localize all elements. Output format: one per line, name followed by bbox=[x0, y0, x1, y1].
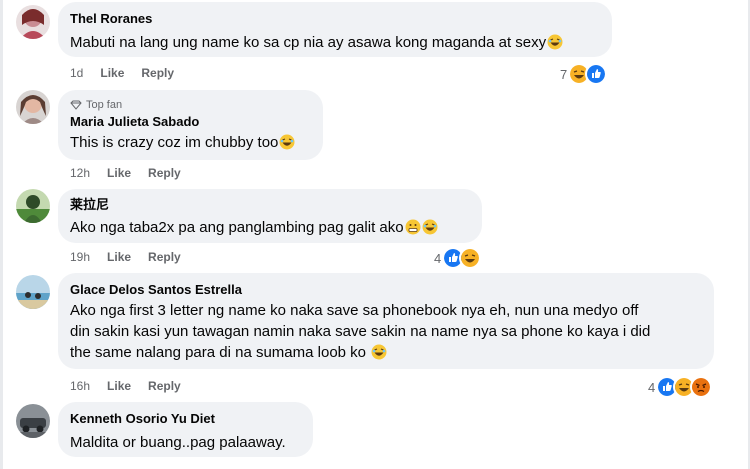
reply-button[interactable]: Reply bbox=[141, 66, 174, 80]
like-button[interactable]: Like bbox=[107, 379, 131, 393]
comment-bubble: Thel Roranes Mabuti na lang ung name ko … bbox=[58, 2, 612, 57]
comment-bubble: Glace Delos Santos Estrella Ako nga firs… bbox=[58, 273, 714, 369]
laughing-emoji-icon bbox=[279, 134, 295, 150]
comment-actions: 1d Like Reply bbox=[70, 66, 174, 80]
reactions-summary[interactable]: 4 bbox=[648, 376, 713, 398]
comment-timestamp[interactable]: 1d bbox=[70, 66, 83, 80]
comment-text: Mabuti na lang ung name ko sa cp nia ay … bbox=[70, 32, 600, 53]
comment-author[interactable]: Thel Roranes bbox=[70, 10, 600, 27]
laughing-emoji-icon bbox=[422, 219, 438, 235]
comment-timestamp[interactable]: 12h bbox=[70, 166, 90, 180]
reaction-count: 4 bbox=[648, 379, 656, 395]
comment-actions: 12h Like Reply bbox=[70, 166, 181, 180]
avatar[interactable] bbox=[16, 404, 50, 438]
comment-author[interactable]: 莱拉尼 bbox=[70, 196, 470, 213]
comment-text: Maldita or buang..pag palaaway. bbox=[70, 434, 286, 451]
window-edge-left bbox=[0, 0, 3, 469]
haha-icon bbox=[459, 247, 482, 269]
comment-actions: 19h Like Reply bbox=[70, 250, 181, 264]
angry-icon bbox=[690, 376, 713, 398]
reactions-summary[interactable]: 4 bbox=[434, 247, 482, 269]
grimacing-emoji-icon bbox=[405, 219, 421, 235]
comment-text-line: din sakin kasi yun tawagan namin naka sa… bbox=[70, 323, 651, 340]
comment-text: This is crazy coz im chubby too bbox=[70, 132, 311, 153]
comment-bubble: 莱拉尼 Ako nga taba2x pa ang panglambing pa… bbox=[58, 189, 482, 243]
comment-timestamp[interactable]: 19h bbox=[70, 250, 90, 264]
laughing-emoji-icon bbox=[371, 344, 387, 360]
comment-author[interactable]: Kenneth Osorio Yu Diet bbox=[70, 410, 301, 427]
avatar[interactable] bbox=[16, 90, 50, 124]
avatar[interactable] bbox=[16, 275, 50, 309]
comment-author[interactable]: Maria Julieta Sabado bbox=[70, 113, 311, 130]
reaction-count: 4 bbox=[434, 250, 442, 266]
comment-text: Ako nga taba2x pa ang panglambing pag ga… bbox=[70, 217, 470, 238]
comment-text: Ako nga first 3 letter ng name ko naka s… bbox=[70, 300, 702, 363]
comment-author[interactable]: Glace Delos Santos Estrella bbox=[70, 281, 702, 298]
top-fan-badge: Top fan bbox=[70, 98, 311, 112]
diamond-icon bbox=[70, 100, 82, 110]
avatar[interactable] bbox=[16, 5, 50, 39]
comment-actions: 16h Like Reply bbox=[70, 379, 181, 393]
avatar[interactable] bbox=[16, 189, 50, 223]
like-button[interactable]: Like bbox=[100, 66, 124, 80]
reactions-summary[interactable]: 7 bbox=[560, 63, 608, 85]
comment-timestamp[interactable]: 16h bbox=[70, 379, 90, 393]
badge-label: Top fan bbox=[86, 99, 123, 111]
comment-bubble: Top fan Maria Julieta Sabado This is cra… bbox=[58, 90, 323, 160]
reply-button[interactable]: Reply bbox=[148, 166, 181, 180]
reaction-count: 7 bbox=[560, 66, 568, 82]
reply-button[interactable]: Reply bbox=[148, 250, 181, 264]
reply-button[interactable]: Reply bbox=[148, 379, 181, 393]
comment-text-line: Ako nga first 3 letter ng name ko naka s… bbox=[70, 302, 639, 319]
laughing-emoji-icon bbox=[547, 34, 563, 50]
comment-text-line: the same nalang para di na sumama loob k… bbox=[70, 342, 702, 363]
comment-bubble: Kenneth Osorio Yu Diet Maldita or buang.… bbox=[58, 402, 313, 457]
like-button[interactable]: Like bbox=[107, 166, 131, 180]
like-button[interactable]: Like bbox=[107, 250, 131, 264]
like-icon bbox=[585, 63, 608, 85]
